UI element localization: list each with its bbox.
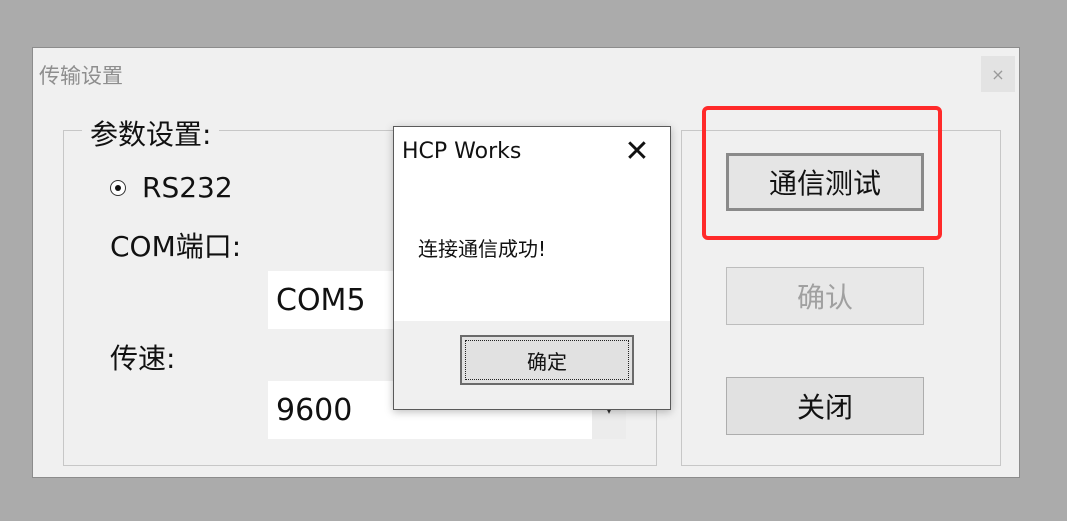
baud-rate-value: 9600 bbox=[276, 392, 353, 428]
message-text: 连接通信成功! bbox=[418, 237, 547, 261]
red-highlight-annotation bbox=[702, 106, 942, 240]
com-port-value: COM5 bbox=[276, 282, 366, 318]
close-icon: ✕ bbox=[624, 133, 650, 169]
close-button[interactable]: 关闭 bbox=[726, 377, 924, 435]
dialog-close-button[interactable]: × bbox=[981, 56, 1015, 92]
ok-button-label: 确定 bbox=[465, 340, 629, 380]
rs232-radio[interactable] bbox=[110, 179, 126, 196]
dialog-title: 传输设置 bbox=[39, 64, 123, 88]
ok-button[interactable]: 确定 bbox=[460, 335, 634, 385]
baud-rate-label: 传速: bbox=[110, 342, 176, 375]
confirm-button[interactable]: 确认 bbox=[726, 267, 924, 325]
message-box: HCP Works ✕ 连接通信成功! 确定 bbox=[393, 126, 671, 410]
radio-selected-dot-icon bbox=[115, 184, 121, 191]
message-box-title: HCP Works bbox=[402, 139, 522, 164]
com-port-label: COM端口: bbox=[110, 230, 242, 263]
params-group-label: 参数设置: bbox=[82, 113, 220, 153]
message-box-footer: 确定 bbox=[394, 321, 670, 409]
close-icon: × bbox=[991, 64, 1005, 84]
rs232-radio-label: RS232 bbox=[142, 171, 233, 204]
message-box-close-button[interactable]: ✕ bbox=[622, 133, 652, 169]
rs232-radio-option[interactable]: RS232 bbox=[110, 171, 233, 204]
